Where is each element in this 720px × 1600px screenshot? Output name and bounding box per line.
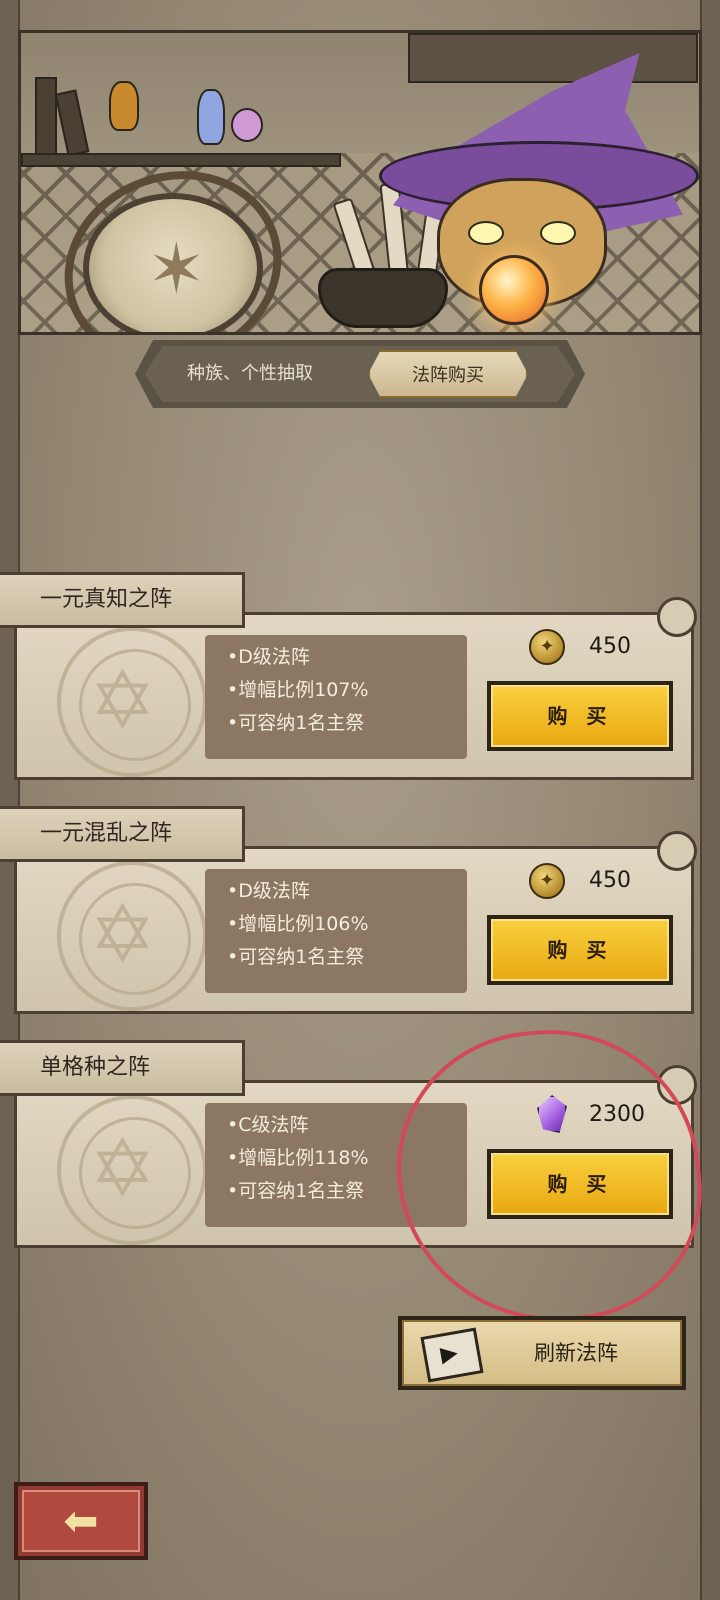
price-row: ✦ 450	[529, 861, 679, 901]
refresh-button-body: 刷新法阵	[402, 1320, 682, 1386]
magic-circle-icon: ✡	[57, 1095, 207, 1245]
shop-banner-illustration: ✶	[18, 30, 702, 335]
price: 450	[589, 634, 631, 659]
array-capacity: •可容纳1名主祭	[227, 712, 365, 734]
array-boost: •增幅比例106%	[227, 913, 369, 935]
gold-coin-icon: ✦	[529, 863, 565, 899]
highlight-annotation	[383, 1015, 715, 1337]
scroll-pot	[318, 268, 448, 328]
potion-orange-icon	[109, 81, 139, 131]
tab-array-purchase[interactable]: 法阵购买	[368, 350, 528, 398]
buy-button-label: 购 买	[491, 919, 669, 981]
array-card: ✡ •D级法阵 •增幅比例106% •可容纳1名主祭 ✦ 450 购 买	[14, 831, 697, 1014]
window-arch	[408, 33, 698, 83]
back-button[interactable]: ⬅	[14, 1482, 148, 1560]
price-row: ✦ 450	[529, 627, 679, 667]
potion-blue-icon	[197, 89, 225, 145]
array-grade: •D级法阵	[227, 646, 310, 668]
array-boost: •增幅比例107%	[227, 679, 369, 701]
buy-button[interactable]: 购 买	[487, 681, 673, 751]
buy-button-label: 购 买	[491, 685, 669, 747]
potion-pink-icon	[231, 108, 263, 142]
frame-left	[0, 0, 20, 1600]
price: 450	[589, 868, 631, 893]
array-info-box: •D级法阵 •增幅比例107% •可容纳1名主祭	[205, 635, 467, 759]
array-info-box: •D级法阵 •增幅比例106% •可容纳1名主祭	[205, 869, 467, 993]
gold-coin-icon: ✦	[529, 629, 565, 665]
frame-right	[700, 0, 720, 1600]
array-title: 单格种之阵	[0, 1040, 245, 1096]
array-title: 一元混乱之阵	[0, 806, 245, 862]
array-grade: •D级法阵	[227, 880, 310, 902]
magic-circle-icon: ✡	[57, 861, 207, 1011]
shelf	[21, 153, 341, 167]
books-icon	[35, 75, 95, 157]
back-arrow-icon: ⬅	[22, 1490, 140, 1552]
array-capacity: •可容纳1名主祭	[227, 946, 365, 968]
array-card: ✡ •D级法阵 •增幅比例107% •可容纳1名主祭 ✦ 450 购 买	[14, 597, 697, 780]
buy-button[interactable]: 购 买	[487, 915, 673, 985]
compass-star-icon: ✶	[147, 228, 206, 310]
crystal-ball-icon	[479, 255, 549, 325]
tab-race-trait-draw[interactable]: 种族、个性抽取	[160, 350, 340, 398]
array-title: 一元真知之阵	[0, 572, 245, 628]
refresh-arrays-button[interactable]: 刷新法阵	[398, 1316, 686, 1390]
refresh-label: 刷新法阵	[534, 1341, 618, 1365]
magic-circle-icon: ✡	[57, 627, 207, 777]
screen: ✶ 种族、个性抽取 法阵购买 ✡ •D级法阵 •增幅比例107% •可容纳1名主…	[0, 0, 720, 1600]
video-ad-icon	[420, 1327, 484, 1383]
